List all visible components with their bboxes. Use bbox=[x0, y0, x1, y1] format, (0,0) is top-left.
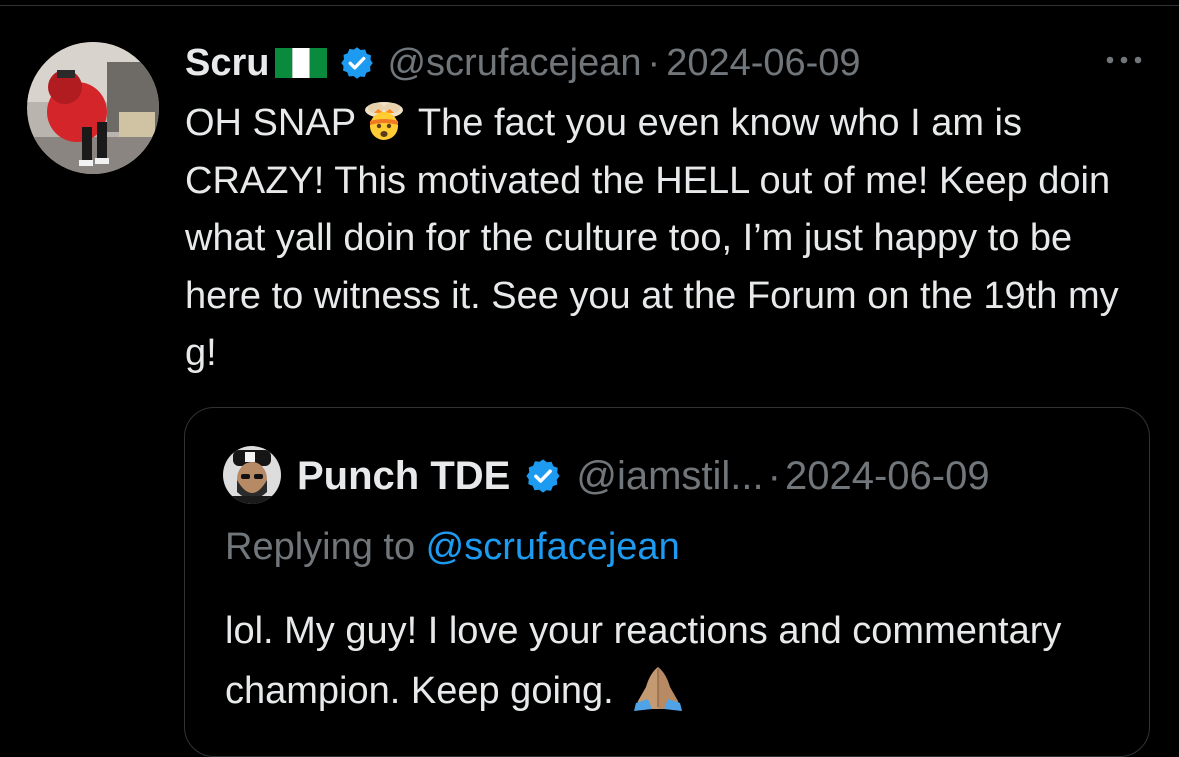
quoted-tweet-date[interactable]: 2024-06-09 bbox=[785, 454, 990, 499]
tweet-header: Scru @scrufacejean · 2024-06-09 bbox=[185, 38, 861, 88]
folded-hands-emoji bbox=[628, 665, 688, 711]
replying-to-line: Replying to @scrufacejean bbox=[225, 526, 680, 569]
top-divider bbox=[0, 5, 1179, 6]
replying-to-prefix: Replying to bbox=[225, 526, 426, 568]
tweet-text-part1: OH SNAP bbox=[185, 102, 357, 144]
quoted-header-separator: · bbox=[767, 453, 781, 498]
tweet-text: OH SNAP The fact you even know who I am … bbox=[185, 95, 1145, 383]
quoted-author-avatar[interactable] bbox=[223, 446, 281, 504]
quoted-tweet-header: Punch TDE @iamstil... · 2024-06-09 bbox=[297, 448, 990, 504]
more-options-icon[interactable] bbox=[1100, 50, 1148, 70]
replying-to-mention[interactable]: @scrufacejean bbox=[426, 526, 680, 568]
quoted-tweet-card[interactable]: Punch TDE @iamstil... · 2024-06-09 Reply… bbox=[184, 407, 1150, 757]
exploding-head-emoji bbox=[360, 101, 408, 141]
quoted-author-handle[interactable]: @iamstil... bbox=[576, 454, 763, 499]
author-avatar[interactable] bbox=[27, 42, 159, 174]
author-name[interactable]: Scru bbox=[185, 42, 269, 85]
tweet-date[interactable]: 2024-06-09 bbox=[666, 42, 860, 85]
nigeria-flag-icon bbox=[275, 48, 328, 78]
verified-badge-icon[interactable] bbox=[524, 457, 562, 495]
header-separator: · bbox=[647, 41, 661, 84]
author-handle[interactable]: @scrufacejean bbox=[387, 42, 641, 85]
quoted-tweet-text: lol. My guy! I love your reactions and c… bbox=[225, 601, 1125, 721]
quoted-author-name[interactable]: Punch TDE bbox=[297, 454, 510, 499]
verified-badge-icon[interactable] bbox=[339, 45, 375, 81]
